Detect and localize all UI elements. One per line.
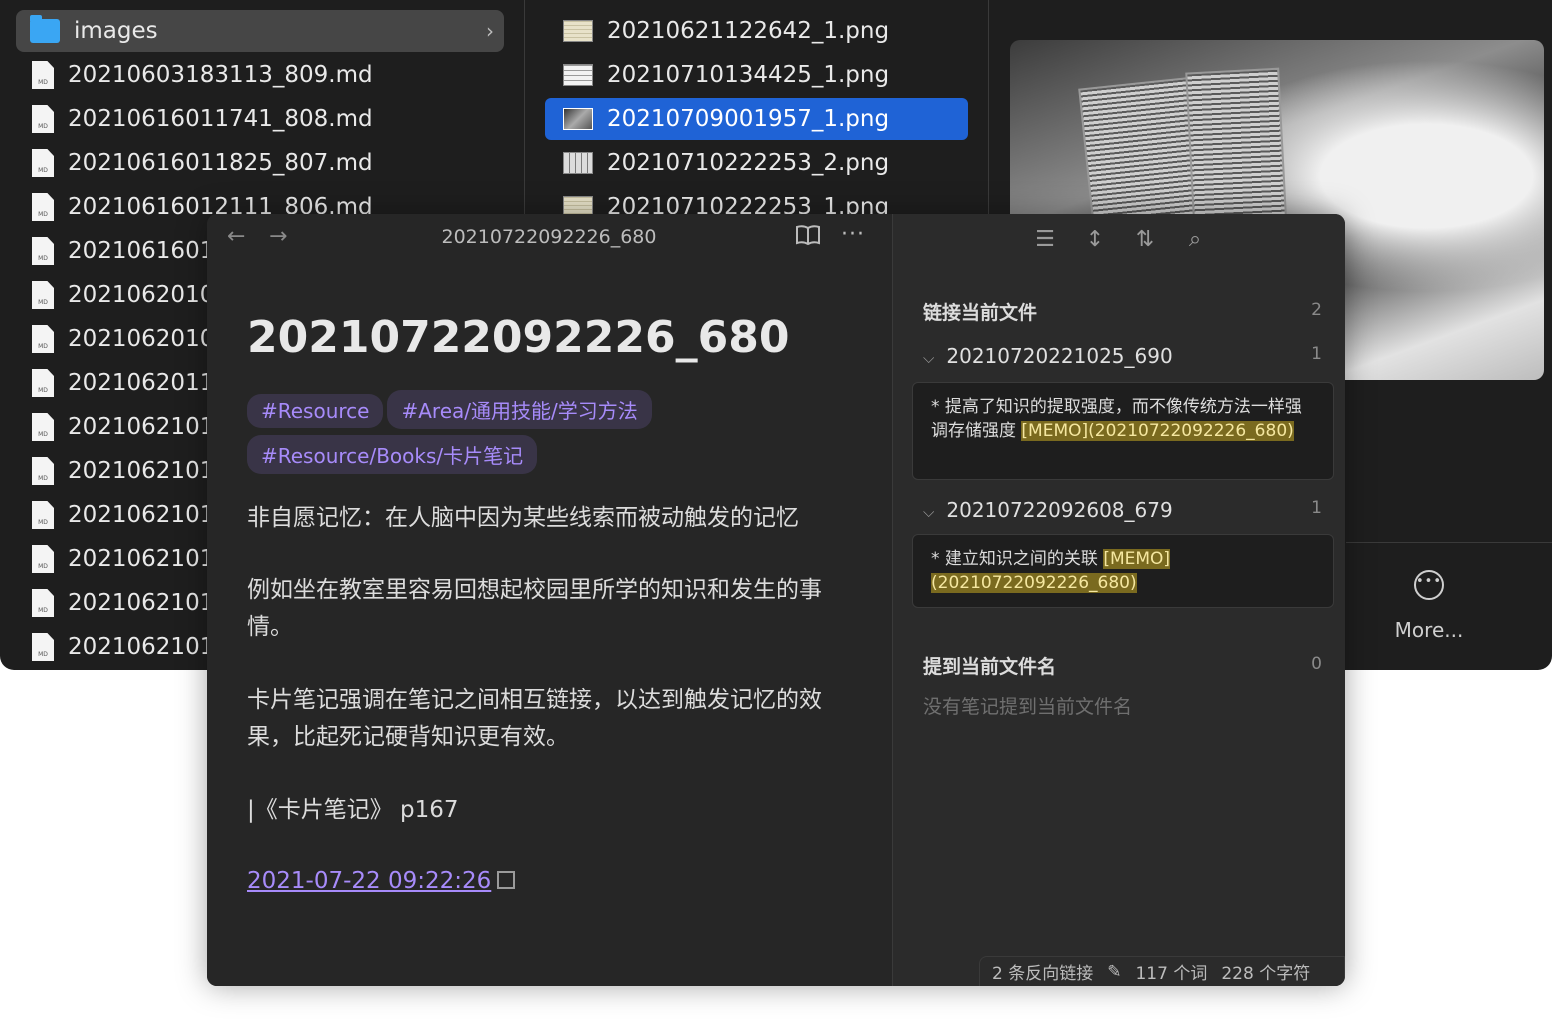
png-file-item[interactable]: 20210710134425_1.png	[545, 54, 968, 96]
empty-message: 没有笔记提到当前文件名	[923, 696, 1133, 718]
list-icon[interactable]: ☰	[1033, 228, 1057, 252]
md-file-icon	[32, 501, 54, 529]
more-icon: •••	[1414, 570, 1444, 600]
file-label: 2021062010	[68, 282, 215, 308]
md-file-icon	[32, 589, 54, 617]
backlink-file[interactable]: ⌵ 20210722092608_679 1	[923, 498, 1322, 522]
png-file-item[interactable]: 20210710222253_2.png	[545, 142, 968, 184]
backlink-file-name[interactable]: 20210720221025_690	[946, 344, 1172, 368]
md-file-icon	[32, 281, 54, 309]
more-button[interactable]: ••• More...	[1392, 570, 1466, 642]
file-label: 20210621122642_1.png	[607, 18, 890, 44]
file-label: 20210709001957_1.png	[607, 106, 890, 132]
more-label: More...	[1394, 618, 1464, 642]
edit-pencil-icon[interactable]: ✎	[1107, 962, 1121, 982]
png-thumb-icon	[563, 64, 593, 86]
backlink-file[interactable]: ⌵ 20210720221025_690 1	[923, 344, 1322, 368]
unlinked-mentions-heading[interactable]: 提到当前文件名	[923, 652, 1056, 679]
file-label: 20210616011741_808.md	[68, 106, 373, 132]
file-label: 20210710134425_1.png	[607, 62, 890, 88]
png-thumb-icon	[563, 152, 593, 174]
date-link[interactable]: 2021-07-22 09:22:26	[247, 868, 516, 894]
chevron-down-icon[interactable]: ⌵	[923, 349, 934, 367]
linked-mentions-heading[interactable]: 链接当前文件	[923, 298, 1037, 325]
md-file-icon	[32, 105, 54, 133]
divider	[1346, 542, 1552, 543]
folder-item-images[interactable]: images ›	[16, 10, 504, 52]
word-count: 117 个词	[1135, 964, 1208, 984]
search-icon[interactable]: ⌕	[1183, 228, 1207, 252]
backlinks-toolbar: ☰ ↕ ⇅ ⌕	[1033, 228, 1207, 252]
md-file-icon	[32, 545, 54, 573]
paragraph: 卡片笔记强调在笔记之间相互链接，以达到触发记忆的效果，比起死记硬背知识更有效。	[247, 687, 822, 750]
tag[interactable]: #Area/通用技能/学习方法	[387, 390, 652, 429]
file-label: 20210603183113_809.md	[68, 62, 373, 88]
md-file-icon	[32, 457, 54, 485]
file-label: 2021062101	[68, 546, 215, 572]
file-label: 2021062101	[68, 634, 215, 660]
file-item[interactable]: 20210603183113_809.md	[16, 54, 504, 96]
external-link-icon	[497, 871, 516, 889]
file-label: 2021062011	[68, 370, 215, 396]
status-bar: 2 条反向链接 ✎ 117 个词 228 个字符	[979, 956, 1345, 986]
png-thumb-icon	[563, 20, 593, 42]
tag-list: #Resource #Area/通用技能/学习方法 #Resource/Books/…	[247, 390, 687, 480]
file-label: 20210710222253_2.png	[607, 150, 890, 176]
expand-collapse-icon[interactable]: ↕	[1083, 228, 1107, 252]
sort-icon[interactable]: ⇅	[1133, 228, 1157, 252]
mentions-count: 0	[1311, 654, 1322, 674]
linked-count: 2	[1311, 300, 1322, 320]
file-item[interactable]: 20210616011741_808.md	[16, 98, 504, 140]
folder-icon	[30, 15, 60, 43]
paragraph: 例如坐在教室里容易回想起校园里所学的知识和发生的事情。	[247, 577, 822, 640]
backlink-snippet[interactable]: * 建立知识之间的关联 [MEMO](20210722092226_680)	[912, 534, 1334, 608]
tag[interactable]: #Resource/Books/卡片笔记	[247, 435, 538, 474]
md-file-icon	[32, 633, 54, 661]
file-label: 2021062101	[68, 590, 215, 616]
date-link-text[interactable]: 2021-07-22 09:22:26	[247, 868, 491, 894]
png-thumb-icon	[563, 108, 593, 130]
quote-line: |《卡片笔记》 p167	[247, 797, 459, 823]
tag[interactable]: #Resource	[247, 394, 384, 428]
md-file-icon	[32, 149, 54, 177]
snippet-highlight: [MEMO](20210722092226_680)	[1021, 421, 1294, 441]
backlink-file-name[interactable]: 20210722092608_679	[946, 498, 1172, 522]
folder-label: images	[74, 18, 158, 44]
png-file-item[interactable]: 20210621122642_1.png	[545, 10, 968, 52]
md-file-icon	[32, 237, 54, 265]
file-item[interactable]: 20210616011825_807.md	[16, 142, 504, 184]
char-count: 228 个字符	[1221, 964, 1311, 984]
view-title: 20210722092226_680	[441, 226, 657, 248]
file-label: 2021062010	[68, 326, 215, 352]
obsidian-window: ← → 20210722092226_680 ··· 2021072209222…	[207, 214, 1345, 986]
png-file-item-selected[interactable]: 20210709001957_1.png	[545, 98, 968, 140]
md-file-icon	[32, 413, 54, 441]
file-label: 2021062101	[68, 458, 215, 484]
backlinks-pane: ☰ ↕ ⇅ ⌕ 链接当前文件 2 ⌵ 20210720221025_690 1 *…	[892, 214, 1345, 986]
reading-mode-icon[interactable]	[795, 224, 821, 246]
backlink-count: 1	[1311, 498, 1322, 518]
md-file-icon	[32, 369, 54, 397]
editor-pane: ← → 20210722092226_680 ··· 2021072209222…	[207, 214, 891, 986]
file-label: 2021062101	[68, 502, 215, 528]
chevron-down-icon[interactable]: ⌵	[923, 503, 934, 521]
backlink-status[interactable]: 2 条反向链接	[992, 959, 1093, 984]
chevron-right-icon: ›	[486, 19, 494, 43]
backlink-snippet[interactable]: * 提高了知识的提取强度，而不像传统方法一样强调存储强度 [MEMO](2021…	[912, 382, 1334, 480]
snippet-text: * 建立知识之间的关联	[931, 549, 1104, 569]
backlink-count: 1	[1311, 344, 1322, 364]
file-label: 2021062101	[68, 414, 215, 440]
file-label: 2021061601	[68, 238, 215, 264]
md-file-icon	[32, 325, 54, 353]
note-title: 20210722092226_680	[247, 312, 790, 363]
md-file-icon	[32, 193, 54, 221]
file-label: 20210616011825_807.md	[68, 150, 373, 176]
more-options-icon[interactable]: ···	[841, 222, 865, 247]
md-file-icon	[32, 61, 54, 89]
paragraph: 非自愿记忆：在人脑中因为某些线索而被动触发的记忆	[247, 505, 799, 531]
